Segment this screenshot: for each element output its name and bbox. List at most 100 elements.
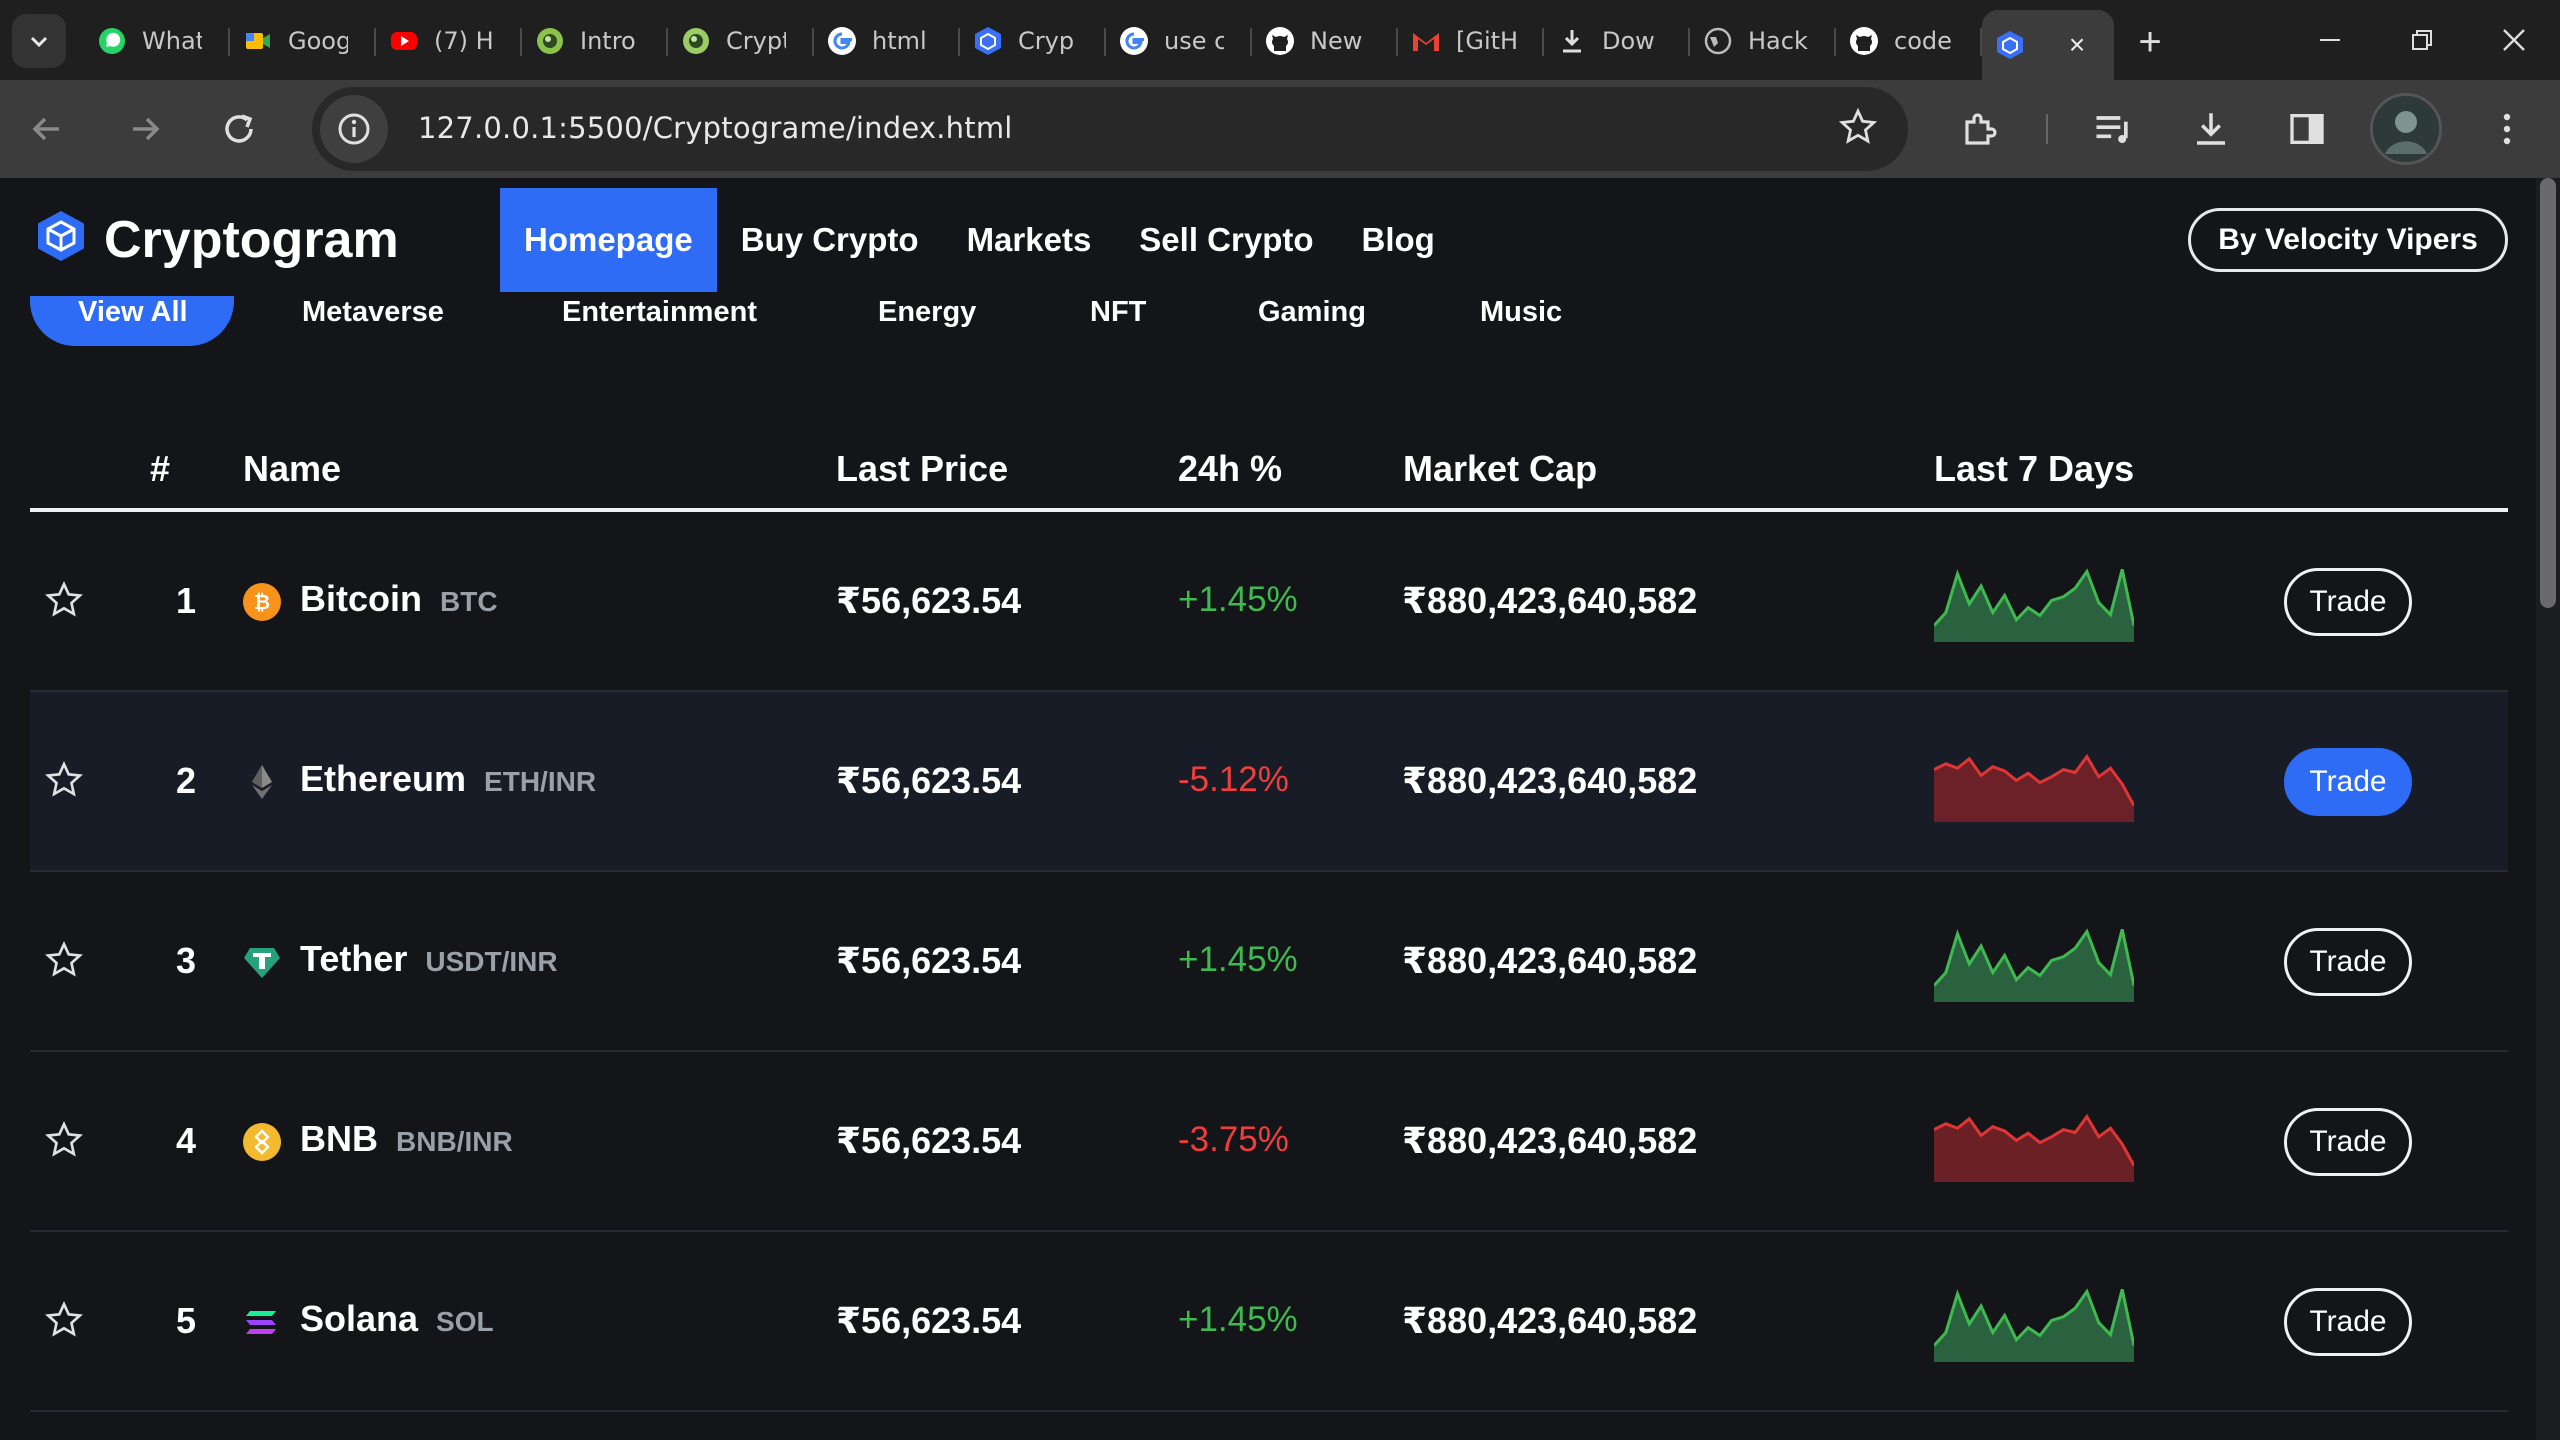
tab-title: Hack <box>1748 27 1808 55</box>
coin-name-cell[interactable]: Ethereum ETH/INR <box>300 758 596 800</box>
market-cap: ₹880,423,640,582 <box>1402 580 1698 621</box>
row-rank: 4 <box>175 1120 197 1161</box>
browser-tab[interactable]: Hack <box>1690 10 1836 72</box>
bookmark-button[interactable] <box>1838 107 1878 152</box>
main-nav: Homepage Buy Crypto Markets Sell Crypto Blog <box>500 188 1459 292</box>
bitcoin-icon: ₿ <box>242 582 282 622</box>
minimize-icon <box>2320 39 2340 41</box>
trade-button[interactable]: Trade <box>2284 1108 2412 1176</box>
downloads-button[interactable] <box>2186 104 2236 154</box>
site-info-button[interactable] <box>320 95 388 163</box>
browser-tab[interactable]: use c <box>1106 10 1252 72</box>
header-market-cap: Market Cap <box>1403 448 1598 489</box>
filter-entertainment[interactable]: Entertainment <box>562 296 757 329</box>
table-row[interactable]: 5 Solana SOL ₹56,623.54 +1.45% ₹880,423,640,5… <box>30 1232 2508 1412</box>
coin-name: Bitcoin <box>300 578 422 619</box>
coin-name-cell[interactable]: BNB BNB/INR <box>300 1118 513 1160</box>
table-row[interactable]: 4 BNB BNB/INR ₹56,623.54 -3.75% ₹880,423,640,… <box>30 1052 2508 1232</box>
coin-symbol: ETH/INR <box>484 766 597 797</box>
filter-gaming[interactable]: Gaming <box>1258 296 1366 329</box>
youtube-icon <box>388 25 420 57</box>
favorite-star-icon[interactable] <box>44 1300 84 1345</box>
trade-button[interactable]: Trade <box>2284 1288 2412 1356</box>
side-panel-button[interactable] <box>2282 104 2332 154</box>
filter-view-all[interactable]: View All <box>78 296 188 329</box>
new-tab-button[interactable]: + <box>2128 20 2172 64</box>
market-cap: ₹880,423,640,582 <box>1402 1120 1698 1161</box>
browser-tab[interactable]: What <box>84 10 230 72</box>
browser-tab[interactable]: html <box>814 10 960 72</box>
favorite-star-icon[interactable] <box>44 580 84 625</box>
filter-energy[interactable]: Energy <box>878 296 976 329</box>
filter-music[interactable]: Music <box>1480 296 1562 329</box>
browser-menu-button[interactable] <box>2482 104 2532 154</box>
sparkline-chart <box>1933 1102 2136 1187</box>
browser-tab[interactable]: Goog <box>230 10 376 72</box>
filter-nft[interactable]: NFT <box>1090 296 1146 329</box>
table-row[interactable]: 1 ₿ Bitcoin BTC ₹56,623.54 +1.45% ₹880,423,640… <box>30 512 2508 692</box>
extensions-button[interactable] <box>1956 104 2006 154</box>
minimize-button[interactable] <box>2300 16 2360 64</box>
coin-name-cell[interactable]: Bitcoin BTC <box>300 578 498 620</box>
nav-markets[interactable]: Markets <box>943 188 1116 292</box>
browser-tab-active[interactable]: × <box>1982 10 2114 80</box>
restore-button[interactable] <box>2392 16 2452 64</box>
credit-button[interactable]: By Velocity Vipers <box>2188 208 2508 272</box>
reload-button[interactable] <box>214 104 264 154</box>
scrollbar-thumb[interactable] <box>2540 178 2556 608</box>
close-window-button[interactable] <box>2484 16 2544 64</box>
back-button[interactable] <box>22 104 72 154</box>
forward-button[interactable] <box>120 104 170 154</box>
media-controls-button[interactable] <box>2088 104 2138 154</box>
puzzle-icon <box>1965 113 1997 145</box>
coin-name: BNB <box>300 1118 378 1159</box>
favorite-star-icon[interactable] <box>44 1120 84 1165</box>
google-icon <box>1118 25 1150 57</box>
arrow-right-icon <box>133 117 160 141</box>
trade-button[interactable]: Trade <box>2284 748 2412 816</box>
url-text[interactable]: 127.0.0.1:5500/Cryptograme/index.html <box>418 111 1013 145</box>
filter-metaverse[interactable]: Metaverse <box>302 296 444 329</box>
profile-avatar[interactable] <box>2370 93 2442 165</box>
coin-name-cell[interactable]: Solana SOL <box>300 1298 494 1340</box>
nav-blog[interactable]: Blog <box>1338 188 1459 292</box>
browser-tab[interactable]: Dow <box>1544 10 1690 72</box>
coin-name-cell[interactable]: Tether USDT/INR <box>300 938 558 980</box>
tab-title: Cryp <box>1018 27 1075 55</box>
browser-tab[interactable]: [GitH <box>1398 10 1544 72</box>
coin-symbol: SOL <box>436 1306 494 1337</box>
github-icon <box>1848 25 1880 57</box>
market-cap: ₹880,423,640,582 <box>1402 940 1698 981</box>
tab-search-button[interactable] <box>12 14 66 68</box>
address-bar[interactable]: 127.0.0.1:5500/Cryptograme/index.html <box>312 87 1908 171</box>
browser-tab[interactable]: (7) H <box>376 10 522 72</box>
globe-icon <box>1702 25 1734 57</box>
nav-homepage[interactable]: Homepage <box>500 188 717 292</box>
row-rank: 3 <box>175 940 197 981</box>
tab-title: code <box>1894 27 1952 55</box>
favorite-star-icon[interactable] <box>44 940 84 985</box>
tab-title: html <box>872 27 927 55</box>
browser-tab[interactable]: Intro <box>522 10 668 72</box>
coin-symbol: BTC <box>440 586 498 617</box>
trade-button[interactable]: Trade <box>2284 568 2412 636</box>
table-row[interactable]: 2 Ethereum ETH/INR ₹56,623.54 -5.12% ₹880,423… <box>30 692 2508 872</box>
browser-tab[interactable]: Cryp <box>960 10 1106 72</box>
star-outline-icon <box>1838 107 1878 144</box>
nav-buy-crypto[interactable]: Buy Crypto <box>717 188 943 292</box>
favorite-star-icon[interactable] <box>44 760 84 805</box>
tab-title: Crypt <box>726 27 786 55</box>
page-scrollbar[interactable] <box>2536 178 2560 1440</box>
last-price: ₹56,623.54 <box>836 1300 1022 1341</box>
trade-button[interactable]: Trade <box>2284 928 2412 996</box>
close-tab-icon[interactable]: × <box>2062 29 2092 60</box>
bnb-icon <box>242 1122 282 1162</box>
arrow-left-icon <box>32 117 59 141</box>
toolbar-divider <box>2046 114 2048 144</box>
brand-name[interactable]: Cryptogram <box>104 210 399 270</box>
browser-tab[interactable]: code <box>1836 10 1982 72</box>
browser-tab[interactable]: New <box>1252 10 1398 72</box>
table-row[interactable]: 3 Tether USDT/INR ₹56,623.54 +1.45% ₹880,423,… <box>30 872 2508 1052</box>
nav-sell-crypto[interactable]: Sell Crypto <box>1115 188 1337 292</box>
browser-tab[interactable]: Crypt <box>668 10 814 72</box>
